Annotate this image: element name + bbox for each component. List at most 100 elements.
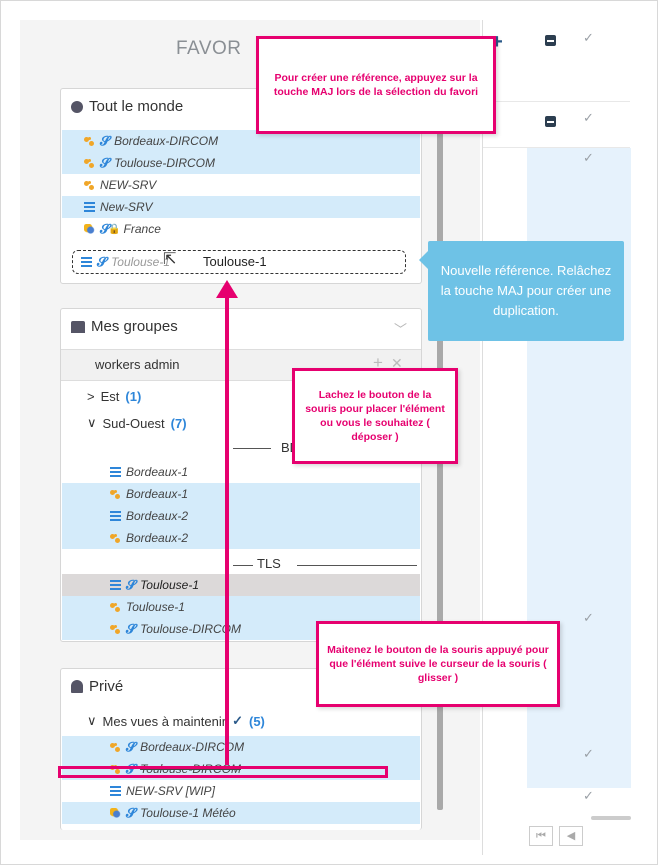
list-item-label: Toulouse-1 xyxy=(140,578,199,592)
list-item-label: Toulouse-1 xyxy=(126,600,185,614)
panel-groups-header[interactable]: Mes groupes xyxy=(71,318,178,335)
link-icon: 𝓢 xyxy=(97,254,108,269)
panel-everyone-header[interactable]: Tout le monde xyxy=(71,98,183,115)
list-item-label: France xyxy=(123,222,161,236)
tree-node-label: Sud-Ouest xyxy=(102,415,165,431)
workflow-icon xyxy=(110,489,121,500)
check-icon: ✓ xyxy=(583,788,594,803)
list-icon xyxy=(84,202,95,212)
data-grid: ✓ ✓ ✓ ✓ ✓ ✓ ⏮ ◀ xyxy=(482,20,631,855)
tree-node-label: Est xyxy=(100,389,120,404)
check-icon: ✓ xyxy=(583,150,594,165)
chevron-down-icon: ∨ xyxy=(87,713,97,728)
grid-row xyxy=(483,102,630,148)
divider xyxy=(297,565,417,566)
list-item[interactable]: NEW-SRV xyxy=(62,174,420,196)
panel-everyone-title: Tout le monde xyxy=(89,98,184,115)
list-item[interactable]: Bordeaux-2 xyxy=(62,505,420,527)
section-label-tls: TLS xyxy=(257,556,281,571)
link-icon: 𝓢 xyxy=(126,577,137,592)
link-icon: 𝓢 xyxy=(126,805,137,820)
workflow-icon xyxy=(110,602,121,613)
panel-private-title: Privé xyxy=(89,678,124,695)
list-icon xyxy=(110,580,121,590)
callout-create-reference: Pour créer une référence, appuyez sur la… xyxy=(256,36,496,134)
list-icon xyxy=(110,786,121,796)
cursor-icon: ⇱ xyxy=(163,251,177,268)
check-icon: ✓ xyxy=(583,110,594,125)
tree-node-sud-ouest[interactable]: ∨ Sud-Ouest (7) xyxy=(87,415,187,431)
workflow-icon xyxy=(110,533,121,544)
weather-icon xyxy=(84,223,95,235)
list-item-label: Bordeaux-DIRCOM xyxy=(114,134,219,148)
workflow-icon xyxy=(84,136,95,147)
tree-node-est[interactable]: > Est (1) xyxy=(87,389,141,404)
callout-drag: Maitenez le bouton de la souris appuyé p… xyxy=(316,621,560,707)
list-item[interactable]: NEW-SRV [WIP] xyxy=(62,780,420,802)
list-item-label: Toulouse-1 Météo xyxy=(140,806,236,820)
tree-node-label: Mes vues à maintenir xyxy=(102,713,227,729)
arrow-up-icon xyxy=(216,280,238,298)
drag-ghost-label: Toulouse-1 xyxy=(203,254,267,269)
workflow-icon xyxy=(84,180,95,191)
list-item[interactable]: 𝓢 Toulouse-1 xyxy=(62,574,420,596)
list-item-label: Toulouse-DIRCOM xyxy=(114,156,215,170)
prev-page-button[interactable]: ◀ xyxy=(559,826,583,846)
lock-icon: 🔒 xyxy=(108,223,121,235)
group-icon xyxy=(71,320,85,333)
check-icon: ✓ xyxy=(583,746,594,761)
globe-icon xyxy=(71,100,83,113)
weather-icon xyxy=(110,807,121,819)
collapse-icon[interactable] xyxy=(545,116,556,127)
drag-arrow-shaft xyxy=(225,295,229,765)
chevron-down-icon[interactable]: ﹀ xyxy=(394,319,407,338)
list-item[interactable]: Toulouse-1 xyxy=(62,596,420,618)
list-item-label: New-SRV xyxy=(100,200,153,214)
list-icon xyxy=(110,511,121,521)
tooltip-new-reference: Nouvelle référence. Relâchez la touche M… xyxy=(419,241,624,341)
user-icon xyxy=(71,680,83,693)
list-icon xyxy=(110,467,121,477)
list-item-label: NEW-SRV xyxy=(100,178,157,192)
list-item[interactable]: Bordeaux-2 xyxy=(62,527,420,549)
list-item-label: Bordeaux-1 xyxy=(126,465,189,479)
list-item[interactable]: Bordeaux-1 xyxy=(62,461,420,483)
list-item[interactable]: 𝓢 Toulouse-DIRCOM xyxy=(62,152,420,174)
checkmark-icon: ✓ xyxy=(232,713,243,728)
divider xyxy=(233,448,271,449)
page-title: FAVOR xyxy=(176,38,242,59)
list-item-label: NEW-SRV [WIP] xyxy=(126,784,215,798)
callout-drop: Lachez le bouton de la souris pour place… xyxy=(292,368,458,464)
drag-ghost[interactable]: 𝓢 Toulouse-1 Toulouse-1 ⇱ xyxy=(72,250,406,274)
panel-private-header[interactable]: Privé xyxy=(71,678,123,695)
panel-groups-title: Mes groupes xyxy=(91,318,178,335)
check-icon: ✓ xyxy=(583,30,594,45)
workflow-icon xyxy=(110,624,121,635)
tree-node-count: (5) xyxy=(248,713,265,729)
link-icon: 𝓢 xyxy=(126,739,137,754)
collapse-icon[interactable] xyxy=(545,35,556,46)
list-item[interactable]: 𝓢 Toulouse-1 Météo xyxy=(62,802,420,824)
vertical-scrollbar[interactable] xyxy=(437,130,443,810)
list-item[interactable]: 𝓢 🔒 France xyxy=(62,218,420,240)
first-page-button[interactable]: ⏮ xyxy=(529,826,553,846)
list-item-label: Bordeaux-2 xyxy=(126,531,189,545)
list-item-label: Bordeaux-1 xyxy=(126,487,189,501)
horizontal-scrollbar[interactable] xyxy=(591,816,631,820)
list-item[interactable]: Bordeaux-1 xyxy=(62,483,420,505)
check-icon: ✓ xyxy=(583,610,594,625)
tree-node-count: (1) xyxy=(125,389,142,404)
workflow-icon xyxy=(84,158,95,169)
drag-source-row: 𝓢 Toulouse-1 xyxy=(81,254,170,270)
group-subheader-label: workers admin xyxy=(95,357,180,372)
drag-source-label: Toulouse-1 xyxy=(111,255,170,269)
drag-source-highlight xyxy=(58,766,388,778)
panel-groups: Mes groupes ﹀ workers admin + ✕ > Est (1) … xyxy=(60,308,422,642)
tree-node-vues[interactable]: ∨ Mes vues à maintenir ✓ (5) xyxy=(87,713,265,729)
link-icon: 𝓢 xyxy=(100,133,111,148)
chevron-down-icon: ∨ xyxy=(87,415,97,430)
list-item[interactable]: New-SRV xyxy=(62,196,420,218)
list-item[interactable]: 𝓢 Bordeaux-DIRCOM xyxy=(62,736,420,758)
list-icon xyxy=(81,257,92,267)
link-icon: 𝓢 xyxy=(100,155,111,170)
